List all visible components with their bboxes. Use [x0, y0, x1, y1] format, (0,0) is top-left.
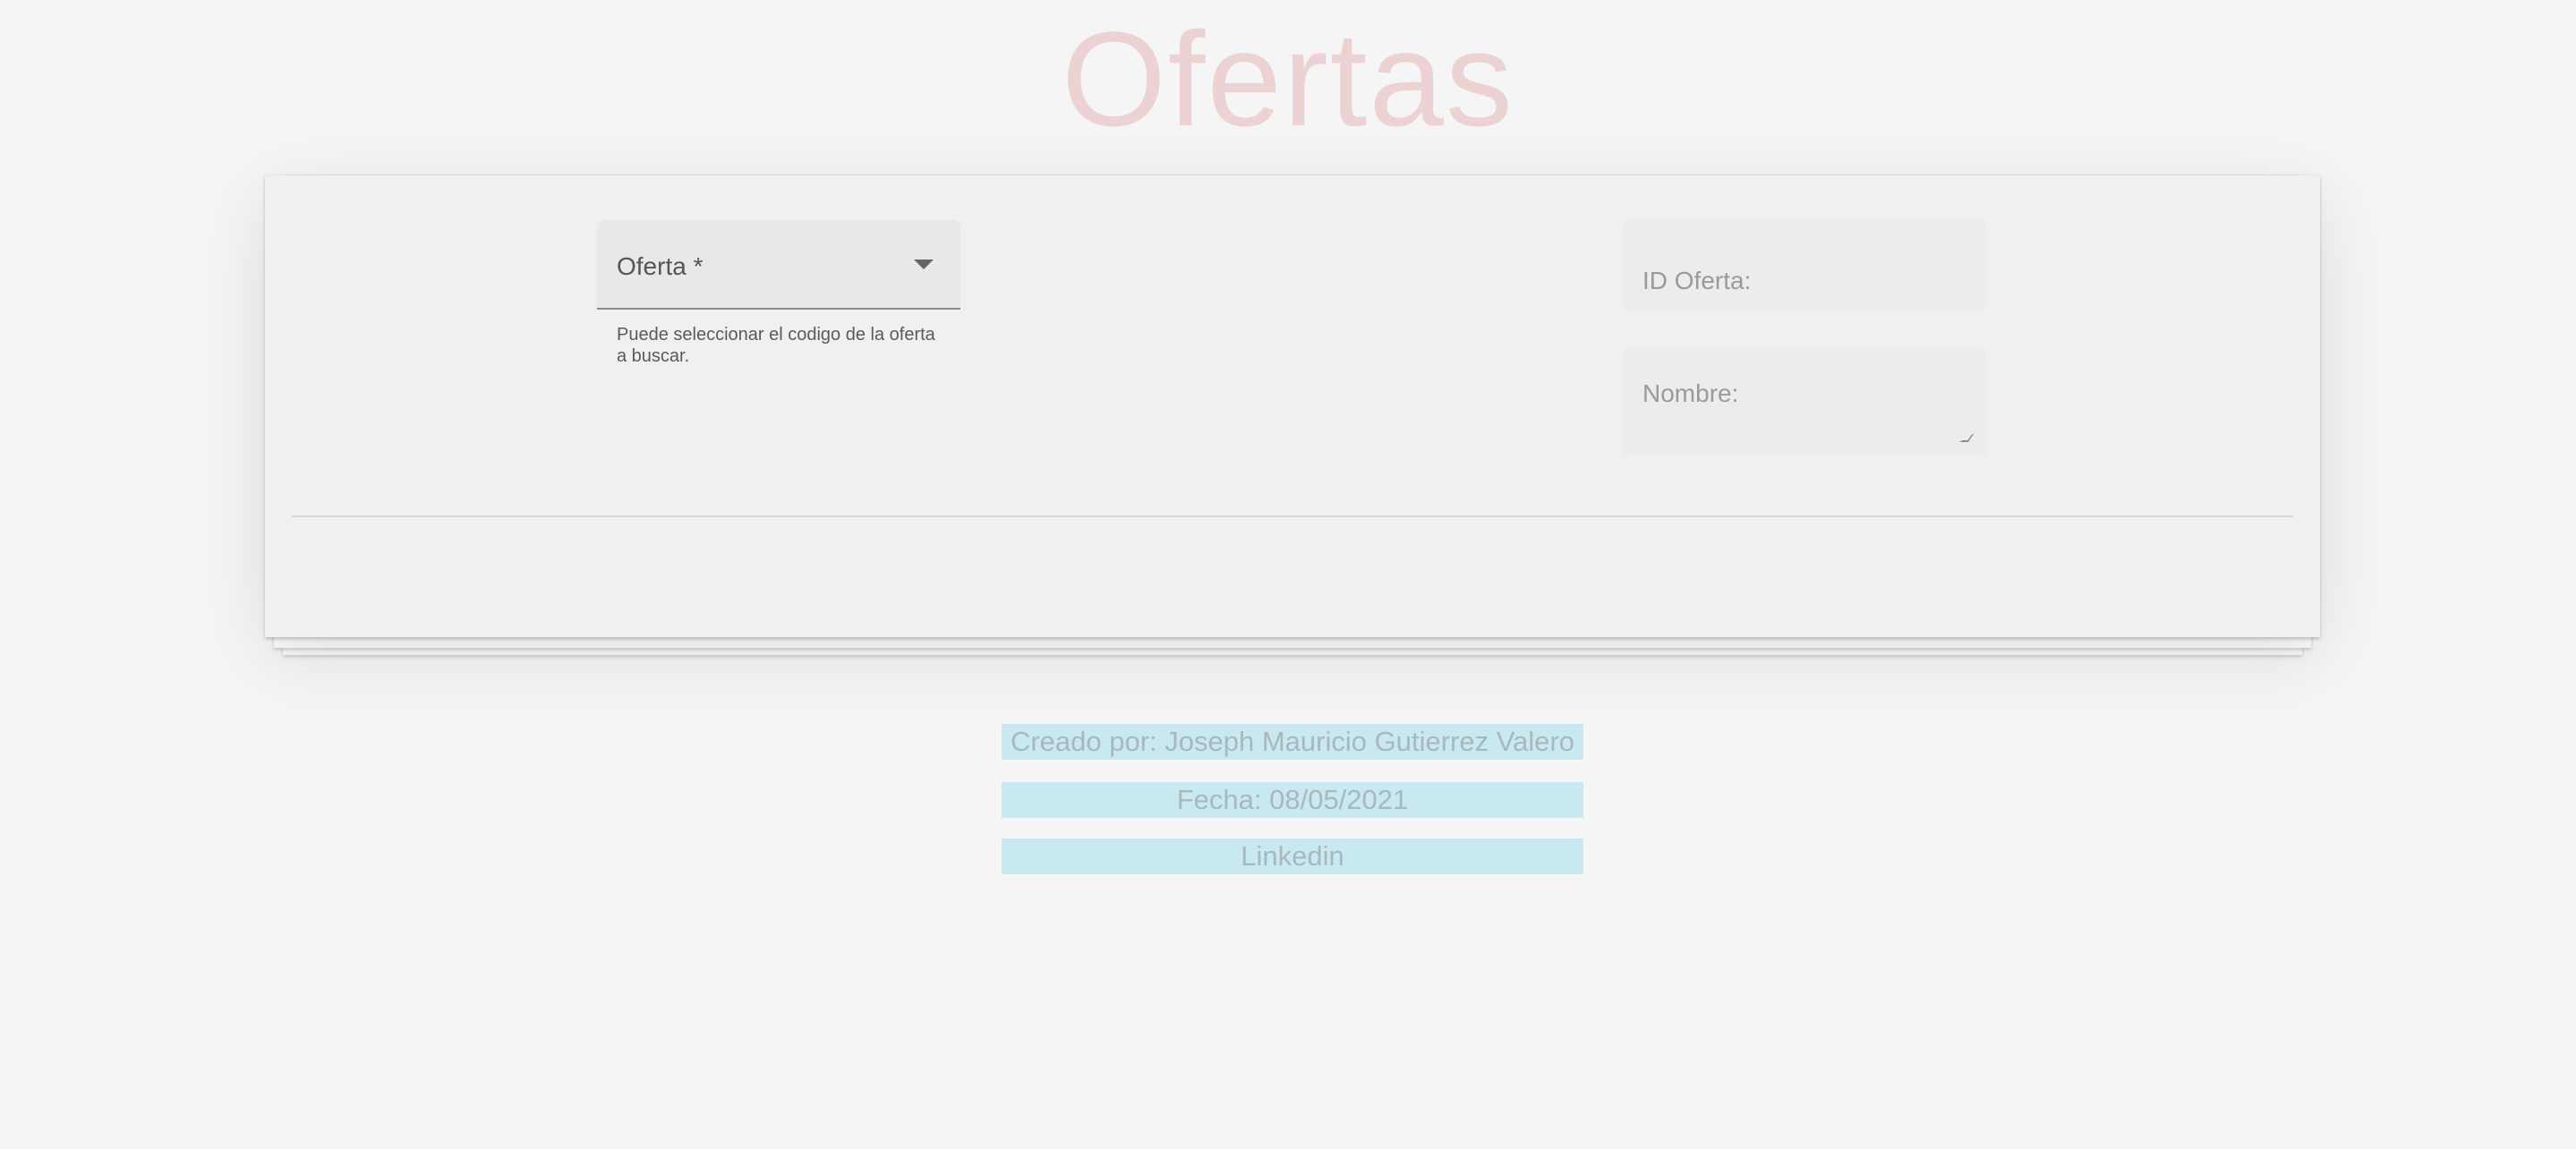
oferta-select-label: Oferta *: [617, 252, 704, 280]
page: Ofertas Oferta * Puede seleccionar el co…: [0, 0, 2576, 1149]
oferta-select-hint: Puede seleccionar el codigo de la oferta…: [617, 325, 935, 366]
linkedin-link[interactable]: Linkedin: [1002, 838, 1583, 874]
id-oferta-field-container: [1623, 220, 1986, 310]
footer-author: Creado por: Joseph Mauricio Gutierrez Va…: [1002, 724, 1583, 760]
page-title: Ofertas: [1062, 4, 1514, 154]
footer-date: Fecha: 08/05/2021: [1002, 782, 1583, 818]
nombre-textarea[interactable]: [1623, 347, 1986, 455]
search-card: Oferta * Puede seleccionar el codigo de …: [265, 175, 2320, 637]
oferta-select[interactable]: Oferta *: [597, 220, 960, 310]
search-card-stack: Oferta * Puede seleccionar el codigo de …: [265, 175, 2320, 655]
id-oferta-input[interactable]: [1623, 220, 1986, 310]
triangle-down-icon: [914, 260, 934, 269]
card-divider: [292, 515, 2293, 517]
nombre-field-container: [1623, 347, 1986, 455]
